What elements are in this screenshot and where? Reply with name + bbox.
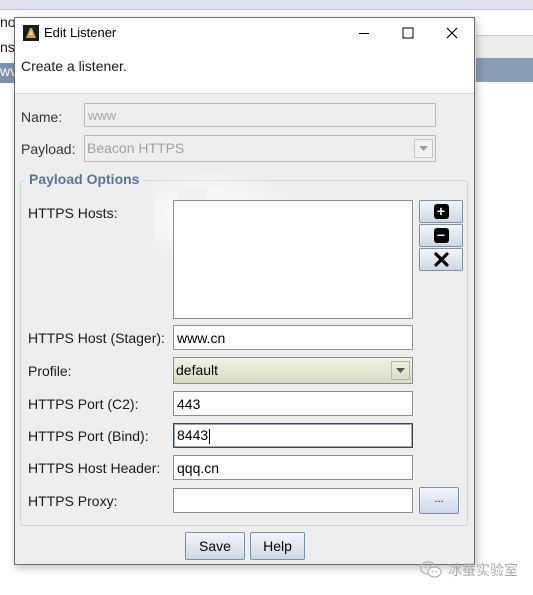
proxy-field[interactable] — [173, 488, 413, 513]
minimize-icon — [359, 33, 369, 34]
name-field[interactable] — [84, 103, 436, 127]
title-bar[interactable]: Edit Listener — [15, 18, 474, 48]
proxy-label: HTTPS Proxy: — [28, 493, 118, 509]
watermark-text: 冰蚕实验室 — [448, 562, 518, 578]
watermark: 冰蚕实验室 — [420, 560, 518, 580]
app-icon — [23, 25, 39, 41]
description-text: Create a listener. — [21, 58, 127, 74]
host-stager-label: HTTPS Host (Stager): — [28, 330, 165, 346]
edit-listener-dialog: Edit Listener Create a listener. Name: P… — [14, 17, 475, 565]
proxy-browse-button[interactable]: ... — [419, 487, 459, 514]
profile-value: default — [176, 362, 219, 378]
minimize-button[interactable] — [341, 18, 387, 48]
window-title: Edit Listener — [44, 25, 117, 40]
dropdown-arrow-button[interactable] — [391, 361, 410, 380]
host-stager-field[interactable] — [173, 325, 413, 350]
add-host-button[interactable]: + — [419, 200, 463, 223]
text-caret — [209, 428, 211, 444]
background-toolbar — [0, 0, 533, 10]
chevron-down-icon — [419, 145, 428, 151]
profile-dropdown[interactable]: default — [173, 357, 413, 384]
chevron-down-icon — [396, 367, 405, 373]
port-bind-field[interactable]: 8443 — [173, 423, 413, 448]
x-icon — [433, 252, 449, 267]
payload-dropdown[interactable]: Beacon HTTPS — [84, 135, 436, 162]
dropdown-arrow-button[interactable] — [414, 139, 433, 158]
remove-host-button[interactable]: − — [419, 224, 463, 247]
background-row — [476, 36, 533, 58]
host-header-field[interactable] — [173, 455, 413, 480]
background-row-selected — [476, 58, 533, 82]
clear-hosts-button[interactable] — [419, 248, 463, 271]
https-hosts-label: HTTPS Hosts: — [28, 205, 118, 221]
maximize-icon — [402, 27, 414, 39]
payload-label: Payload: — [21, 141, 76, 157]
maximize-button[interactable] — [385, 18, 431, 48]
close-button[interactable] — [429, 18, 475, 48]
wechat-icon — [420, 561, 442, 578]
payload-options-title: Payload Options — [25, 171, 144, 187]
port-bind-label: HTTPS Port (Bind): — [28, 428, 149, 444]
plus-icon: + — [433, 204, 449, 219]
payload-value: Beacon HTTPS — [87, 140, 185, 156]
host-header-label: HTTPS Host Header: — [28, 460, 161, 476]
minus-icon: − — [433, 228, 449, 243]
port-c2-label: HTTPS Port (C2): — [28, 396, 139, 412]
https-hosts-list[interactable] — [173, 200, 413, 319]
profile-label: Profile: — [28, 363, 72, 379]
port-bind-value: 8443 — [177, 427, 209, 443]
description-panel: Create a listener. — [15, 48, 474, 94]
save-button[interactable]: Save — [185, 532, 245, 560]
close-icon — [446, 27, 458, 39]
help-button[interactable]: Help — [250, 532, 305, 560]
name-label: Name: — [21, 109, 63, 125]
background-row — [476, 10, 533, 36]
port-c2-field[interactable] — [173, 391, 413, 416]
